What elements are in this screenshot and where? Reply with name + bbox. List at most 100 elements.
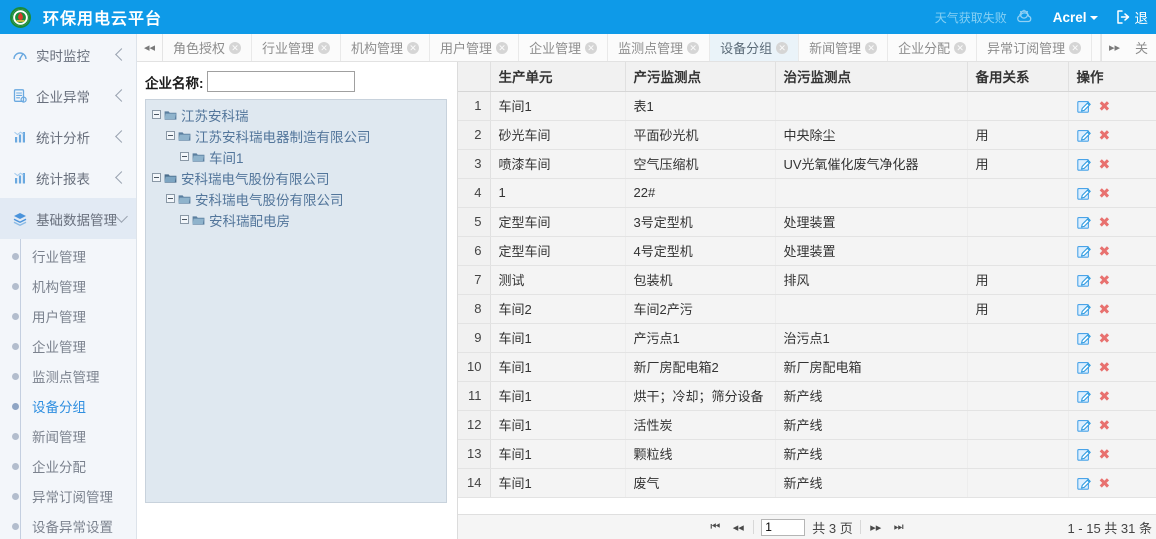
delete-x-icon[interactable]: ✖ [1099,418,1111,432]
sidebar-subitem-user-management[interactable]: 用户管理 [0,301,136,331]
close-circle-icon[interactable]: ✕ [776,41,789,54]
edit-icon[interactable] [1076,302,1091,316]
close-circle-icon[interactable]: ✕ [1069,41,1082,54]
tab-news-management[interactable]: 新闻管理 ✕ [799,34,889,61]
sidebar-subitem-organization-management[interactable]: 机构管理 [0,271,136,301]
close-circle-icon[interactable]: ✕ [496,41,509,54]
sidebar-subitem-enterprise-management[interactable]: 企业管理 [0,331,136,361]
delete-x-icon[interactable]: ✖ [1099,157,1111,171]
edit-icon[interactable] [1076,331,1091,345]
close-circle-icon[interactable]: ✕ [229,41,242,54]
collapse-box-icon[interactable] [152,110,161,119]
tab-industry-management[interactable]: 行业管理 ✕ [252,34,342,61]
table-row[interactable]: 2 砂光车间 平面砂光机 中央除尘用 ✖ [458,120,1156,150]
tab-organization-management[interactable]: 机构管理 ✕ [341,34,431,61]
tab-enterprise-allocation[interactable]: 企业分配 ✕ [888,34,978,61]
user-menu-button[interactable]: Acrel [1053,10,1098,25]
close-circle-icon[interactable]: ✕ [865,41,878,54]
page-last-icon[interactable]: ⏭ [891,519,907,535]
edit-icon[interactable] [1076,447,1091,461]
sidebar-item-enterprise-anomaly[interactable]: 企业异常 [0,75,136,116]
tab-monitor-point-management[interactable]: 监测点管理 ✕ [608,34,711,61]
table-row[interactable]: 4 1 22# ✖ [458,178,1156,208]
edit-icon[interactable] [1076,360,1091,374]
tab-user-management[interactable]: 用户管理 ✕ [430,34,520,61]
page-number-input[interactable] [761,518,806,536]
page-first-icon[interactable]: ⏮ [707,519,723,535]
close-circle-icon[interactable]: ✕ [585,41,598,54]
close-circle-icon[interactable]: ✕ [954,41,967,54]
close-circle-icon[interactable]: ✕ [687,41,700,54]
table-row[interactable]: 13 车间1 颗粒线 新产线 ✖ [458,439,1156,469]
collapse-box-icon[interactable] [152,173,161,182]
edit-icon[interactable] [1076,215,1091,229]
tree-node[interactable]: 车间1 [150,146,446,167]
table-row[interactable]: 5 定型车间 3号定型机 处理装置 ✖ [458,207,1156,237]
edit-icon[interactable] [1076,273,1091,287]
table-row[interactable]: 14 车间1 废气 新产线 ✖ [458,468,1156,498]
tree-node[interactable]: 江苏安科瑞 [150,104,446,125]
sidebar-item-statistic-report[interactable]: 统计报表 [0,157,136,198]
table-row[interactable]: 3 喷漆车间 空气压缩机 UV光氧催化废气净化器用 ✖ [458,149,1156,179]
table-row[interactable]: 11 车间1 烘干；冷却；筛分设备 新产线 ✖ [458,381,1156,411]
table-row[interactable]: 7 测试 包装机 排风用 ✖ [458,265,1156,295]
delete-x-icon[interactable]: ✖ [1099,331,1111,345]
edit-icon[interactable] [1076,476,1091,490]
tab-scroll-right-button[interactable]: ▸▸ [1100,34,1127,61]
tab-anomaly-subscription-management[interactable]: 异常订阅管理 ✕ [977,34,1093,61]
sidebar-subitem-enterprise-allocation[interactable]: 企业分配 [0,451,136,481]
tree-node[interactable]: 安科瑞电气股份有限公司 [150,167,446,188]
close-circle-icon[interactable]: ✕ [318,41,331,54]
delete-x-icon[interactable]: ✖ [1099,273,1111,287]
delete-x-icon[interactable]: ✖ [1099,476,1111,490]
logout-button[interactable]: 退 [1116,7,1148,27]
close-circle-icon[interactable]: ✕ [407,41,420,54]
collapse-box-icon[interactable] [180,215,189,224]
edit-icon[interactable] [1076,186,1091,200]
table-row[interactable]: 1 车间1 表1 ✖ [458,91,1156,121]
delete-x-icon[interactable]: ✖ [1099,99,1111,113]
tree-node[interactable]: 安科瑞配电房 [150,209,446,230]
sidebar-item-statistic-analysis[interactable]: 统计分析 [0,116,136,157]
sidebar-subitem-news-management[interactable]: 新闻管理 [0,421,136,451]
sidebar-item-realtime-monitor[interactable]: 实时监控 [0,34,136,75]
grid-scroll-area[interactable]: 生产单元 产污监测点 治污监测点 备用关系 操作 1 车间1 表1 ✖ 2 砂光车间 平面砂… [458,62,1156,514]
delete-x-icon[interactable]: ✖ [1099,360,1111,374]
tab-enterprise-management[interactable]: 企业管理 ✕ [519,34,609,61]
sidebar-subitem-industry-management[interactable]: 行业管理 [0,241,136,271]
collapse-box-icon[interactable] [166,131,175,140]
tab-role-authorization[interactable]: 角色授权 ✕ [163,34,253,61]
delete-x-icon[interactable]: ✖ [1099,186,1111,200]
sidebar-subitem-monitor-point-management[interactable]: 监测点管理 [0,361,136,391]
table-row[interactable]: 9 车间1 产污点1 治污点1 ✖ [458,323,1156,353]
edit-icon[interactable] [1076,389,1091,403]
delete-x-icon[interactable]: ✖ [1099,128,1111,142]
edit-icon[interactable] [1076,418,1091,432]
tab-scroll-left-button[interactable]: ◂◂ [137,34,163,61]
collapse-box-icon[interactable] [180,152,189,161]
page-next-icon[interactable]: ▸▸ [868,519,884,535]
delete-x-icon[interactable]: ✖ [1099,447,1111,461]
sidebar-subitem-device-anomaly-settings[interactable]: 设备异常设置 [0,511,136,539]
delete-x-icon[interactable]: ✖ [1099,302,1111,316]
edit-icon[interactable] [1076,157,1091,171]
table-row[interactable]: 6 定型车间 4号定型机 处理装置 ✖ [458,236,1156,266]
tree-node[interactable]: 江苏安科瑞电器制造有限公司 [150,125,446,146]
tab-device-group[interactable]: 设备分组 ✕ [710,34,800,61]
delete-x-icon[interactable]: ✖ [1099,244,1111,258]
sidebar-subitem-device-group[interactable]: 设备分组 [0,391,136,421]
collapse-box-icon[interactable] [166,194,175,203]
delete-x-icon[interactable]: ✖ [1099,215,1111,229]
table-row[interactable]: 12 车间1 活性炭 新产线 ✖ [458,410,1156,440]
tree-node[interactable]: 安科瑞电气股份有限公司 [150,188,446,209]
delete-x-icon[interactable]: ✖ [1099,389,1111,403]
edit-icon[interactable] [1076,128,1091,142]
table-row[interactable]: 10 车间1 新厂房配电箱2 新厂房配电箱 ✖ [458,352,1156,382]
page-prev-icon[interactable]: ◂◂ [730,519,746,535]
sidebar-item-basic-data-management[interactable]: 基础数据管理 [0,198,136,239]
close-all-tabs-button[interactable]: 关 [1127,34,1156,61]
edit-icon[interactable] [1076,99,1091,113]
edit-icon[interactable] [1076,244,1091,258]
enterprise-name-input[interactable] [206,71,355,92]
table-row[interactable]: 8 车间2 车间2产污 用 ✖ [458,294,1156,324]
